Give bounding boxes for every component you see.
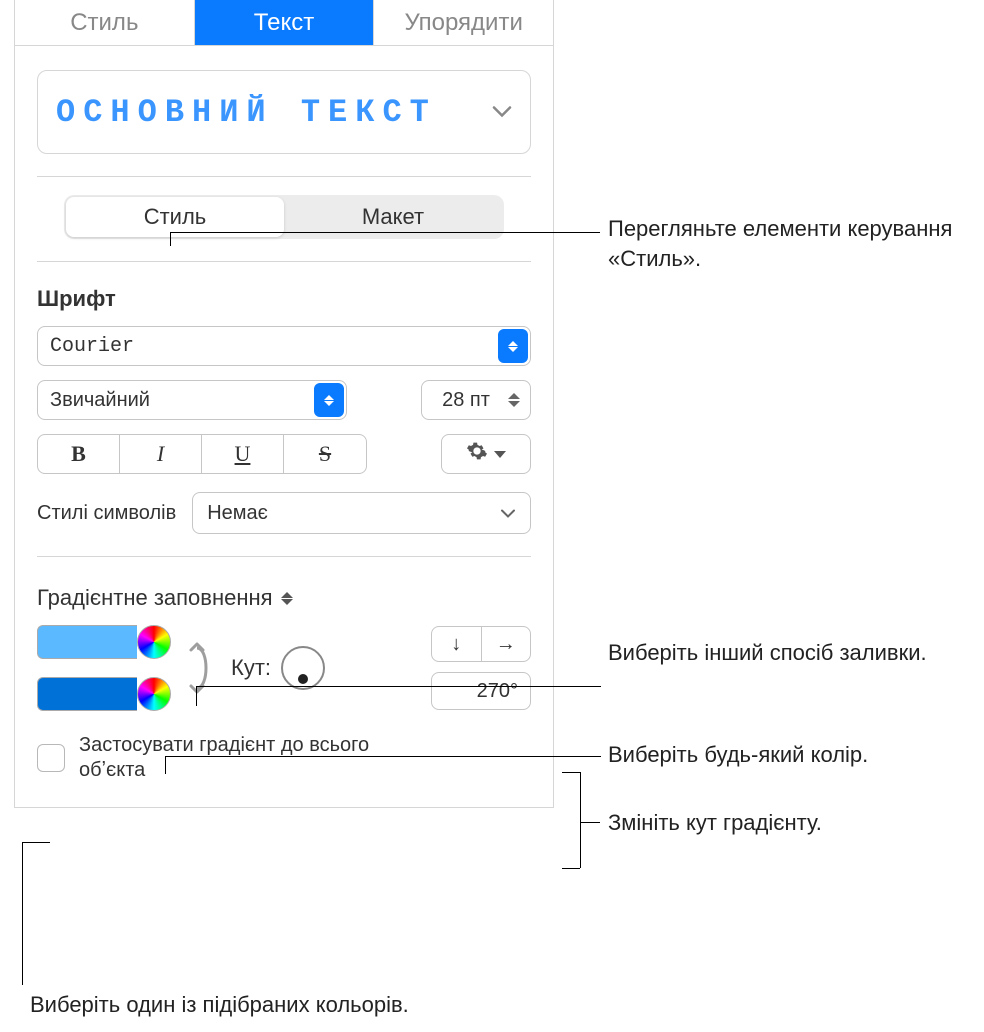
paragraph-style-select[interactable]: Основний текст xyxy=(37,70,531,154)
advanced-options-button[interactable] xyxy=(441,434,531,474)
font-section-label: Шрифт xyxy=(37,286,531,312)
callout-line xyxy=(196,686,601,687)
color-swatch-2[interactable] xyxy=(37,677,137,711)
apply-whole-object-label: Застосувати градієнт до всього обʼєкта xyxy=(79,733,379,783)
text-format-group: B I U S xyxy=(37,434,367,474)
chevron-down-icon xyxy=(494,451,506,458)
font-size-stepper[interactable]: 28 пт xyxy=(421,380,531,420)
callout-picked-color: Виберіть один із підібраних кольорів. xyxy=(30,990,409,1020)
updown-icon xyxy=(281,592,293,605)
top-tabs: Стиль Текст Упорядити xyxy=(15,0,553,46)
tab-style[interactable]: Стиль xyxy=(15,0,195,45)
callout-line xyxy=(22,842,50,843)
stepper-arrows-icon xyxy=(508,381,524,419)
segment-style[interactable]: Стиль xyxy=(66,197,284,237)
gradient-stop-1 xyxy=(37,625,171,659)
gear-icon xyxy=(466,440,488,468)
gradient-direction-group: ↓ → xyxy=(431,626,531,662)
bold-button[interactable]: B xyxy=(38,435,120,473)
apply-whole-object-checkbox[interactable] xyxy=(37,744,65,772)
divider xyxy=(37,176,531,177)
tab-arrange[interactable]: Упорядити xyxy=(374,0,553,45)
character-style-select[interactable]: Немає xyxy=(192,492,531,534)
callout-line xyxy=(170,232,600,233)
angle-label: Кут: xyxy=(231,655,271,681)
color-swatch-1[interactable] xyxy=(37,625,137,659)
angle-dial[interactable] xyxy=(281,646,325,690)
callout-line xyxy=(580,822,600,823)
updown-icon xyxy=(314,383,344,417)
character-style-value: Немає xyxy=(207,502,268,525)
paragraph-style-label: Основний текст xyxy=(56,94,437,131)
font-family-value: Courier xyxy=(50,335,134,358)
callout-change-angle: Змініть кут градієнту. xyxy=(608,808,822,838)
direction-vertical-button[interactable]: ↓ xyxy=(432,627,482,661)
callout-line xyxy=(562,868,580,869)
callout-view-style: Перегляньте елементи керування «Стиль». xyxy=(608,214,984,273)
gradient-stop-2 xyxy=(37,677,171,711)
underline-button[interactable]: U xyxy=(202,435,284,473)
callout-line xyxy=(580,772,581,868)
color-picker-button-1[interactable] xyxy=(137,625,171,659)
direction-horizontal-button[interactable]: → xyxy=(482,627,531,661)
font-weight-select[interactable]: Звичайний xyxy=(37,380,347,420)
chevron-down-icon xyxy=(492,101,512,124)
font-size-value: 28 пт xyxy=(442,389,490,412)
divider xyxy=(37,556,531,557)
chevron-down-icon xyxy=(500,502,516,525)
callout-line xyxy=(165,756,166,774)
segment-layout[interactable]: Макет xyxy=(284,197,502,237)
font-weight-value: Звичайний xyxy=(50,389,150,412)
tab-text[interactable]: Текст xyxy=(195,0,375,45)
character-styles-label: Стилі символів xyxy=(37,502,176,525)
italic-button[interactable]: I xyxy=(120,435,202,473)
callout-any-color: Виберіть будь-який колір. xyxy=(608,740,868,770)
updown-icon xyxy=(498,329,528,363)
callout-line xyxy=(165,756,601,757)
gradient-color-stops xyxy=(37,625,171,711)
callout-line xyxy=(22,842,23,985)
swap-colors-button[interactable] xyxy=(187,640,215,696)
fill-type-label: Градієнтне заповнення xyxy=(37,585,273,611)
angle-value: 270° xyxy=(477,680,518,703)
callout-line xyxy=(562,772,580,773)
callout-fill-method: Виберіть інший спосіб заливки. xyxy=(608,638,927,668)
callout-line xyxy=(170,232,171,246)
divider xyxy=(37,261,531,262)
font-family-select[interactable]: Courier xyxy=(37,326,531,366)
strikethrough-button[interactable]: S xyxy=(284,435,366,473)
fill-type-select[interactable]: Градієнтне заповнення xyxy=(37,585,531,611)
color-picker-button-2[interactable] xyxy=(137,677,171,711)
angle-input[interactable]: 270° xyxy=(431,672,531,710)
callout-line xyxy=(196,686,197,706)
